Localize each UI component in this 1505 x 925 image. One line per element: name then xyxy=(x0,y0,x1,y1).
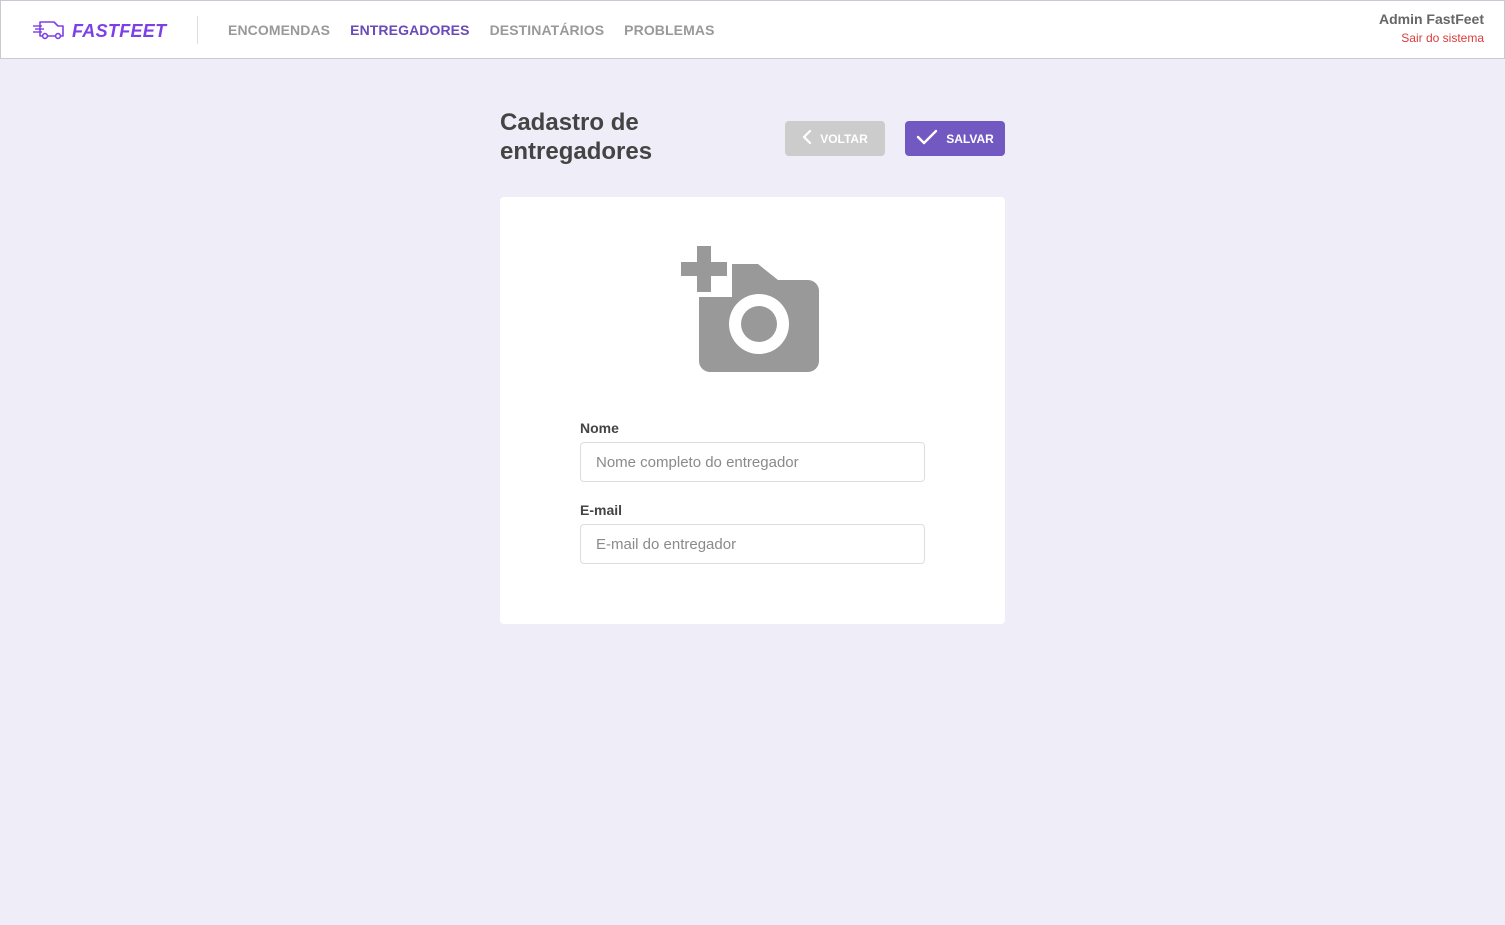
back-button-label: VOLTAR xyxy=(820,131,868,146)
check-icon xyxy=(916,129,938,148)
nav-item-problemas[interactable]: PROBLEMAS xyxy=(624,22,714,38)
name-field-group: Nome xyxy=(580,420,925,482)
user-menu: Admin FastFeet Sair do sistema xyxy=(1379,11,1484,45)
logout-link[interactable]: Sair do sistema xyxy=(1379,31,1484,45)
brand-logo[interactable]: FASTFEET xyxy=(32,17,166,46)
email-field-group: E-mail xyxy=(580,502,925,564)
email-input[interactable] xyxy=(580,524,925,564)
nav-item-destinatarios[interactable]: DESTINATÁRIOS xyxy=(490,22,605,38)
brand-name: FASTFEET xyxy=(72,21,167,41)
main-nav: ENCOMENDAS ENTREGADORES DESTINATÁRIOS PR… xyxy=(228,22,715,38)
email-label: E-mail xyxy=(580,502,623,518)
form-card: Nome E-mail xyxy=(500,197,1005,624)
nav-item-encomendas[interactable]: ENCOMENDAS xyxy=(228,22,330,38)
add-photo-icon xyxy=(680,245,820,377)
truck-icon xyxy=(32,17,66,46)
navbar-divider xyxy=(197,16,198,44)
page-title: Cadastro de entregadores xyxy=(500,109,653,165)
back-button[interactable]: VOLTAR xyxy=(785,121,885,156)
name-label: Nome xyxy=(580,420,619,436)
user-name: Admin FastFeet xyxy=(1378,11,1484,27)
chevron-left-icon xyxy=(802,129,812,147)
nav-item-entregadores[interactable]: ENTREGADORES xyxy=(350,22,469,38)
page-header: Cadastro de entregadores VOLTAR SALVAR xyxy=(500,108,1005,166)
save-button[interactable]: SALVAR xyxy=(905,121,1005,156)
name-input[interactable] xyxy=(580,442,925,482)
top-navbar: FASTFEET ENCOMENDAS ENTREGADORES DESTINA… xyxy=(0,0,1505,59)
save-button-label: SALVAR xyxy=(946,131,994,146)
avatar-upload[interactable] xyxy=(680,245,820,373)
